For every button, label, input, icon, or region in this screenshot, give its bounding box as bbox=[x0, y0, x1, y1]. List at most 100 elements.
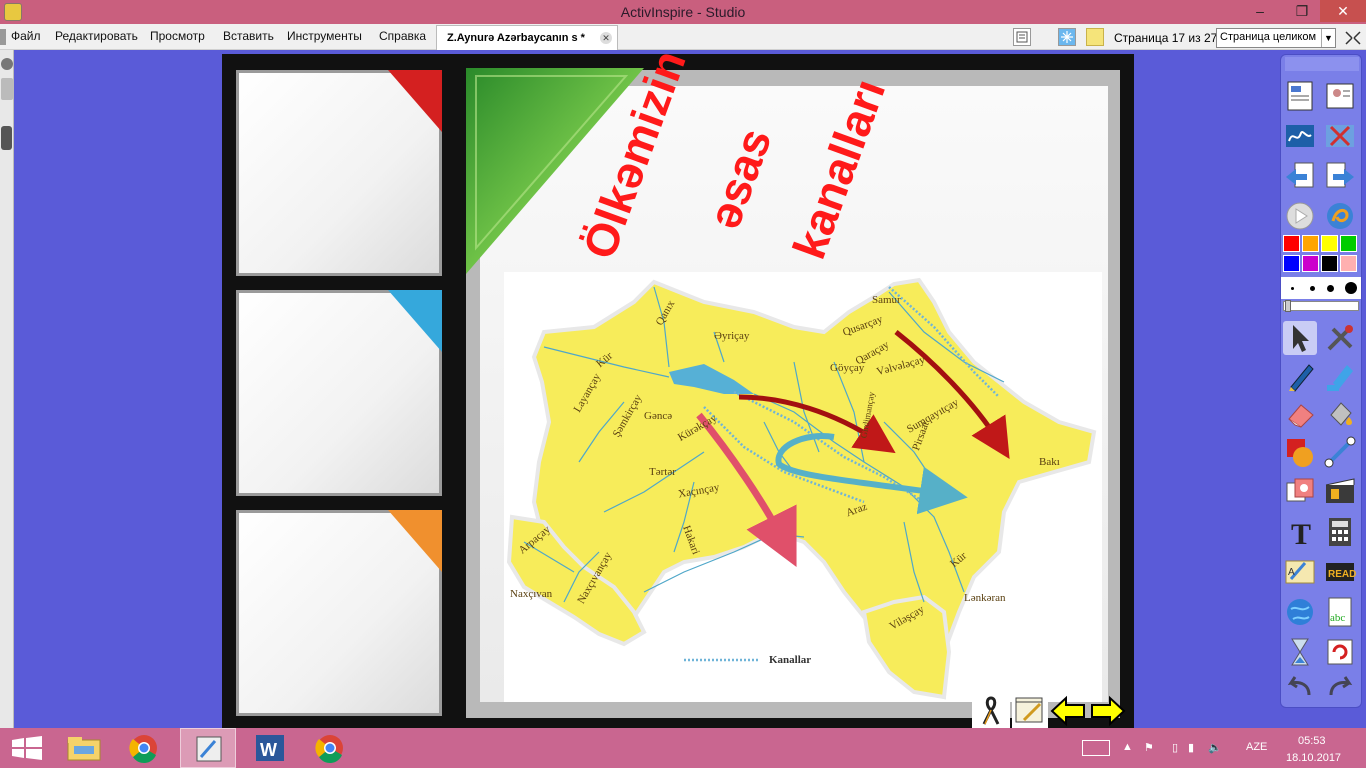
network-icon[interactable]: ▮ bbox=[1188, 741, 1194, 754]
activinspire-taskbar-icon[interactable] bbox=[180, 728, 236, 768]
browser-globe-icon[interactable] bbox=[1283, 595, 1317, 629]
card-corner-blue bbox=[388, 290, 442, 352]
profile-icon[interactable] bbox=[1323, 79, 1357, 113]
sticky-note-icon[interactable] bbox=[1086, 28, 1104, 46]
calculator-icon[interactable] bbox=[1323, 515, 1357, 549]
tools-icon[interactable] bbox=[1323, 321, 1357, 355]
battery-icon[interactable]: ▯ bbox=[1172, 741, 1178, 754]
reset-page-icon[interactable] bbox=[1323, 635, 1357, 669]
expand-arrows-icon[interactable] bbox=[1342, 28, 1364, 48]
zoom-select[interactable]: Страница целиком ▼ bbox=[1216, 28, 1336, 48]
flipchart-icon[interactable] bbox=[1323, 199, 1357, 233]
document-tab[interactable]: Z.Aynurə Azərbaycanın s * ✕ bbox=[436, 25, 618, 50]
connector-icon[interactable] bbox=[1323, 435, 1357, 469]
shape-icon[interactable] bbox=[1283, 435, 1317, 469]
ribbon-icon[interactable] bbox=[972, 694, 1010, 728]
color-swatch-black[interactable] bbox=[1321, 255, 1338, 272]
spell-check-icon[interactable]: abc bbox=[1323, 595, 1357, 629]
word-icon[interactable]: W bbox=[242, 728, 298, 768]
next-page-icon[interactable] bbox=[1323, 159, 1357, 193]
svg-text:A: A bbox=[1288, 567, 1295, 578]
volume-icon[interactable]: 🔈 bbox=[1208, 741, 1222, 754]
designer-tools-icon[interactable] bbox=[1323, 119, 1357, 153]
page-navigation bbox=[972, 694, 1132, 728]
browser-panel-strip[interactable] bbox=[0, 50, 14, 728]
maximize-icon[interactable]: ❐ bbox=[1288, 0, 1316, 22]
card-red[interactable] bbox=[236, 70, 442, 276]
select-icon[interactable] bbox=[1283, 321, 1317, 355]
text-icon[interactable]: T bbox=[1283, 515, 1317, 551]
map-label-eyricay: Əyriçay bbox=[714, 330, 750, 342]
file-explorer-icon[interactable] bbox=[56, 728, 112, 768]
snowflake-icon[interactable] bbox=[1058, 28, 1076, 46]
color-swatch-yellow[interactable] bbox=[1321, 235, 1338, 252]
pen-width-1[interactable] bbox=[1291, 287, 1294, 290]
chrome-icon[interactable] bbox=[116, 728, 172, 768]
color-swatch-blue[interactable] bbox=[1283, 255, 1300, 272]
page-browser-icon[interactable] bbox=[1283, 79, 1317, 113]
eraser-icon[interactable] bbox=[1283, 397, 1317, 431]
menu-edit[interactable]: Редактировать bbox=[55, 29, 138, 43]
previous-page-icon[interactable] bbox=[1283, 159, 1317, 193]
action-center-icon[interactable]: ⚑ bbox=[1144, 741, 1154, 754]
card-corner-red bbox=[388, 70, 442, 132]
handwriting-icon[interactable]: A bbox=[1283, 555, 1317, 589]
clock-time[interactable]: 05:53 bbox=[1298, 735, 1326, 747]
pen-tool-icon[interactable] bbox=[1, 78, 13, 100]
signature-icon[interactable] bbox=[1283, 119, 1317, 153]
undo-icon[interactable] bbox=[1283, 671, 1317, 705]
reveal-timer-icon[interactable] bbox=[1283, 635, 1317, 669]
highlighter-icon[interactable] bbox=[1323, 359, 1357, 393]
color-swatch-red[interactable] bbox=[1283, 235, 1300, 252]
pen-width-3[interactable] bbox=[1327, 285, 1334, 292]
color-swatch-orange[interactable] bbox=[1302, 235, 1319, 252]
pen-width-panel bbox=[1281, 277, 1361, 299]
card-blue[interactable] bbox=[236, 290, 442, 496]
show-hidden-icons[interactable]: ▲ bbox=[1122, 741, 1133, 753]
card-corner-shape bbox=[388, 510, 442, 572]
touch-keyboard-icon[interactable] bbox=[1082, 740, 1110, 756]
page-notes-icon[interactable] bbox=[1013, 28, 1031, 46]
menu-insert[interactable]: Вставить bbox=[223, 29, 274, 43]
pen-width-4[interactable] bbox=[1345, 282, 1357, 294]
pen-width-slider[interactable] bbox=[1283, 300, 1359, 312]
panel-grip[interactable] bbox=[1, 126, 12, 150]
pen-icon[interactable] bbox=[1283, 359, 1317, 393]
window-title: ActivInspire - Studio bbox=[620, 4, 746, 20]
map-label-samur: Samur bbox=[872, 294, 901, 306]
menu-help[interactable]: Справка bbox=[379, 29, 426, 43]
clip-icon[interactable] bbox=[1323, 475, 1357, 509]
pen-width-2[interactable] bbox=[1310, 286, 1315, 291]
read-icon[interactable]: READ bbox=[1323, 555, 1357, 589]
card-corner-shape bbox=[388, 290, 442, 352]
clock-date[interactable]: 18.10.2017 bbox=[1286, 752, 1341, 764]
chevron-down-icon[interactable]: ▼ bbox=[1321, 29, 1335, 47]
minimize-icon[interactable]: – bbox=[1246, 0, 1274, 22]
azerbaijan-canals-map[interactable]: Qanıx Əyriçay Samur Qusarçay Qaraçay Göy… bbox=[504, 272, 1102, 702]
menu-tools[interactable]: Инструменты bbox=[287, 29, 362, 43]
close-icon[interactable]: ✕ bbox=[1320, 0, 1366, 22]
svg-text:abc: abc bbox=[1330, 612, 1345, 624]
color-swatch-magenta[interactable] bbox=[1302, 255, 1319, 272]
menu-view[interactable]: Просмотр bbox=[150, 29, 205, 43]
start-button[interactable] bbox=[0, 728, 56, 768]
card-orange[interactable] bbox=[236, 510, 442, 716]
slider-thumb[interactable] bbox=[1285, 300, 1291, 312]
fill-icon[interactable] bbox=[1323, 397, 1357, 431]
play-icon[interactable] bbox=[1283, 199, 1317, 233]
chrome-2-icon[interactable] bbox=[302, 728, 358, 768]
color-swatch-pink[interactable] bbox=[1340, 255, 1357, 272]
redo-icon[interactable] bbox=[1323, 671, 1357, 705]
flipchart-tabs-icon[interactable] bbox=[0, 29, 6, 45]
panel-pin-icon[interactable] bbox=[1, 58, 13, 70]
menu-file[interactable]: Файл bbox=[11, 29, 41, 43]
previous-page-arrow-icon[interactable] bbox=[1048, 694, 1088, 728]
close-tab-icon[interactable]: ✕ bbox=[600, 32, 612, 44]
insert-media-icon[interactable] bbox=[1283, 475, 1317, 509]
notepad-icon[interactable] bbox=[1012, 694, 1048, 728]
language-indicator[interactable]: AZE bbox=[1246, 741, 1267, 753]
color-swatch-green[interactable] bbox=[1340, 235, 1357, 252]
zoom-select-value: Страница целиком bbox=[1220, 31, 1317, 43]
next-page-arrow-icon[interactable] bbox=[1088, 694, 1128, 728]
toolbox-header[interactable] bbox=[1285, 57, 1359, 71]
